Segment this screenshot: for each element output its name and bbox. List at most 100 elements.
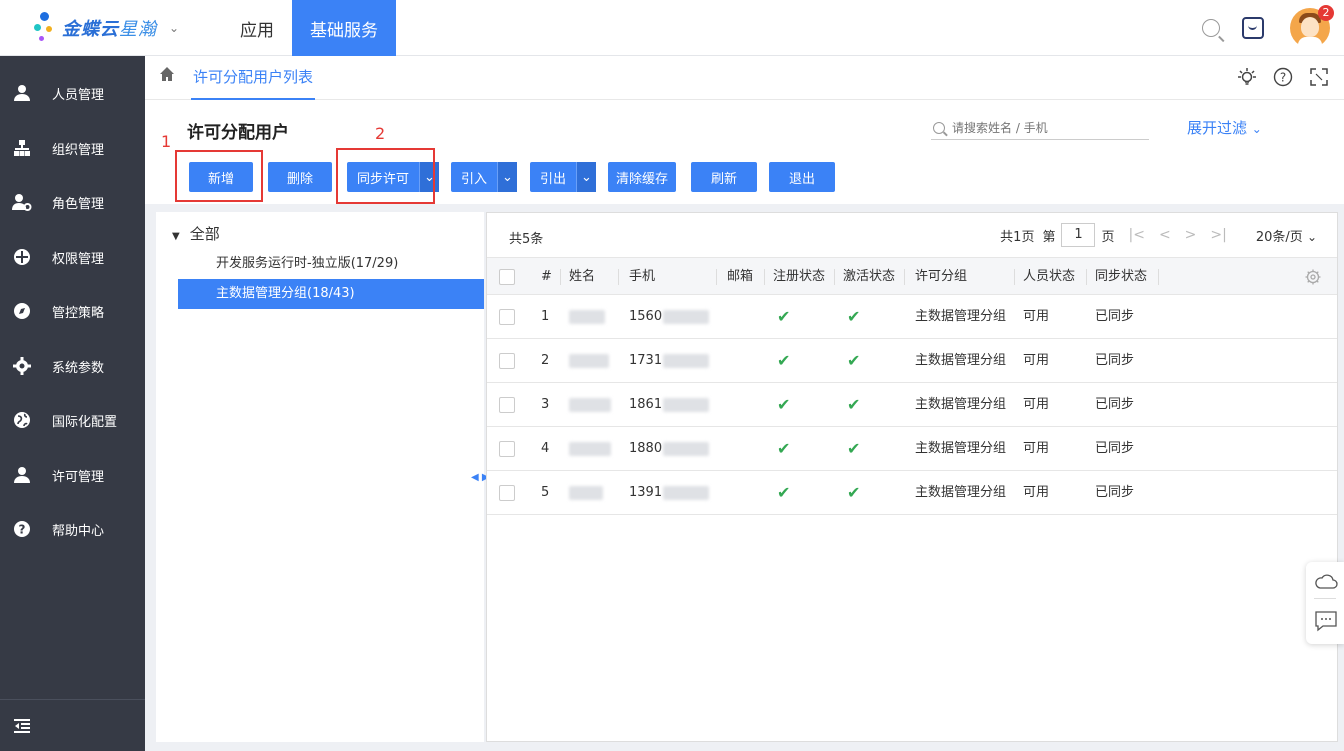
column-settings-gear-icon[interactable] — [1305, 258, 1325, 296]
masked-phone — [663, 398, 709, 412]
check-icon: ✔ — [777, 439, 791, 458]
table-row[interactable]: 2 1731 ✔ ✔ 主数据管理分组 可用 已同步 — [487, 339, 1337, 383]
check-icon: ✔ — [847, 307, 861, 326]
column-header[interactable]: 邮箱 — [717, 258, 765, 296]
check-icon: ✔ — [847, 483, 861, 502]
table-row[interactable]: 4 1880 ✔ ✔ 主数据管理分组 可用 已同步 — [487, 427, 1337, 471]
gear-icon — [12, 356, 32, 376]
brand-name: 金蝶云星瀚 — [62, 19, 157, 40]
table-row[interactable]: 3 1861 ✔ ✔ 主数据管理分组 可用 已同步 — [487, 383, 1337, 427]
page-input[interactable]: 1 — [1061, 223, 1096, 247]
page-size-select[interactable]: 20条/页 ⌄ — [1256, 226, 1317, 245]
row-checkbox[interactable] — [499, 309, 515, 325]
column-header[interactable]: # — [527, 258, 561, 296]
check-icon: ✔ — [847, 351, 861, 370]
column-header[interactable]: 注册状态 — [765, 258, 835, 296]
column-header[interactable]: 手机 — [619, 258, 717, 296]
masked-name — [569, 442, 611, 456]
breadcrumb: 许可分配用户列表 ? — [145, 56, 1344, 100]
sidebar-item-params[interactable]: 系统参数 — [0, 339, 145, 393]
masked-name — [569, 486, 603, 500]
chevron-down-icon[interactable]: ⌄ — [497, 162, 517, 192]
cloud-icon[interactable] — [1314, 572, 1338, 594]
avatar[interactable]: 2 — [1290, 5, 1334, 48]
sidebar-item-role[interactable]: 角色管理 — [0, 175, 145, 229]
first-page-icon[interactable]: |< — [1128, 227, 1144, 243]
import-button[interactable]: 引入 ⌄ — [451, 162, 517, 192]
prev-page-icon[interactable]: < — [1159, 227, 1171, 243]
tab-license-user-list[interactable]: 许可分配用户列表 — [191, 56, 316, 100]
globe-icon — [12, 410, 32, 430]
message-icon[interactable] — [1242, 17, 1264, 39]
compass-icon — [12, 301, 32, 321]
row-checkbox[interactable] — [499, 485, 515, 501]
list-header: 许可分配用户 展开过滤 ⌄ 新增 删除 同步许可⌄ 引入⌄ 引出⌄ 清除缓存 刷… — [145, 100, 1344, 204]
annotation-box-2 — [336, 148, 435, 204]
sidebar-item-person[interactable]: 人员管理 — [0, 66, 145, 120]
search-input[interactable] — [952, 120, 1142, 135]
column-header[interactable]: 许可分组 — [905, 258, 1015, 296]
nav-basic-services[interactable]: 基础服务 — [292, 0, 396, 56]
chevron-down-icon[interactable]: ⌄ — [576, 162, 596, 192]
row-checkbox[interactable] — [499, 441, 515, 457]
search-icon[interactable] — [1202, 19, 1220, 37]
sidebar-item-help[interactable]: ? 帮助中心 — [0, 502, 145, 556]
column-header[interactable]: 人员状态 — [1015, 258, 1087, 296]
top-nav: 应用 基础服务 — [222, 0, 396, 56]
tree-node-selected[interactable]: 主数据管理分组(18/43) — [178, 279, 484, 309]
exit-button[interactable]: 退出 — [769, 162, 835, 192]
clear-cache-button[interactable]: 清除缓存 — [608, 162, 676, 192]
chevron-down-icon[interactable]: ⌄ — [169, 21, 179, 35]
delete-button[interactable]: 删除 — [268, 162, 332, 192]
chat-icon[interactable] — [1314, 610, 1338, 636]
next-page-icon[interactable]: > — [1185, 227, 1197, 243]
table-header: # 姓名 手机 邮箱 注册状态 激活状态 许可分组 人员状态 同步状态 — [487, 257, 1337, 295]
sidebar: 人员管理 组织管理 角色管理 权限管理 管控策略 系统参数 国际化配置 许可管理… — [0, 56, 145, 751]
collapse-sidebar-icon[interactable] — [0, 699, 145, 751]
caret-down-icon: ▼ — [172, 231, 180, 242]
user-table: 共5条 共1页 第 1 页 |< < > >| 20条/页 ⌄ # 姓名 手机 … — [486, 212, 1338, 742]
annotation-number-1: 1 — [161, 132, 172, 151]
top-bar: 金蝶云星瀚 ⌄ 应用 基础服务 2 — [0, 0, 1344, 56]
home-icon[interactable] — [159, 66, 175, 82]
shield-icon — [12, 247, 32, 267]
table-row[interactable]: 5 1391 ✔ ✔ 主数据管理分组 可用 已同步 — [487, 471, 1337, 515]
select-all-checkbox[interactable] — [499, 269, 515, 285]
sidebar-item-i18n[interactable]: 国际化配置 — [0, 393, 145, 447]
sidebar-item-policy[interactable]: 管控策略 — [0, 284, 145, 338]
masked-phone — [663, 310, 709, 324]
help-icon: ? — [12, 519, 32, 539]
table-row[interactable]: 1 1560 ✔ ✔ 主数据管理分组 可用 已同步 — [487, 295, 1337, 339]
refresh-button[interactable]: 刷新 — [691, 162, 757, 192]
last-page-icon[interactable]: >| — [1210, 227, 1226, 243]
search-field[interactable] — [931, 116, 1149, 140]
row-checkbox[interactable] — [499, 353, 515, 369]
row-checkbox[interactable] — [499, 397, 515, 413]
svg-text:?: ? — [1280, 71, 1286, 85]
masked-phone — [663, 486, 709, 500]
expand-filter-link[interactable]: 展开过滤 ⌄ — [1187, 117, 1262, 138]
org-icon — [12, 138, 32, 158]
brand-logo[interactable]: 金蝶云星瀚 ⌄ — [34, 8, 179, 48]
page-title: 许可分配用户 — [187, 123, 289, 143]
masked-name — [569, 354, 609, 368]
sidebar-item-license[interactable]: 许可管理 — [0, 448, 145, 502]
column-header[interactable]: 激活状态 — [835, 258, 905, 296]
sidebar-item-org[interactable]: 组织管理 — [0, 121, 145, 175]
nav-apps[interactable]: 应用 — [222, 0, 292, 56]
pager: 共1页 第 1 页 |< < > >| 20条/页 ⌄ — [1000, 223, 1317, 247]
page-count: 共1页 — [1000, 229, 1035, 245]
column-header[interactable]: 同步状态 — [1087, 258, 1159, 296]
lightbulb-icon[interactable] — [1236, 66, 1258, 88]
annotation-number-2: 2 — [375, 124, 386, 143]
role-icon — [12, 192, 32, 212]
column-header[interactable]: 姓名 — [561, 258, 619, 296]
export-button[interactable]: 引出 ⌄ — [530, 162, 596, 192]
tree-node[interactable]: 开发服务运行时-独立版(17/29) — [178, 249, 484, 279]
masked-name — [569, 398, 611, 412]
fullscreen-icon[interactable] — [1308, 66, 1330, 88]
sidebar-item-permission[interactable]: 权限管理 — [0, 230, 145, 284]
help-circle-icon[interactable]: ? — [1272, 66, 1294, 88]
check-icon: ✔ — [777, 307, 791, 326]
tree-root[interactable]: ▼ 全部 — [172, 223, 220, 244]
